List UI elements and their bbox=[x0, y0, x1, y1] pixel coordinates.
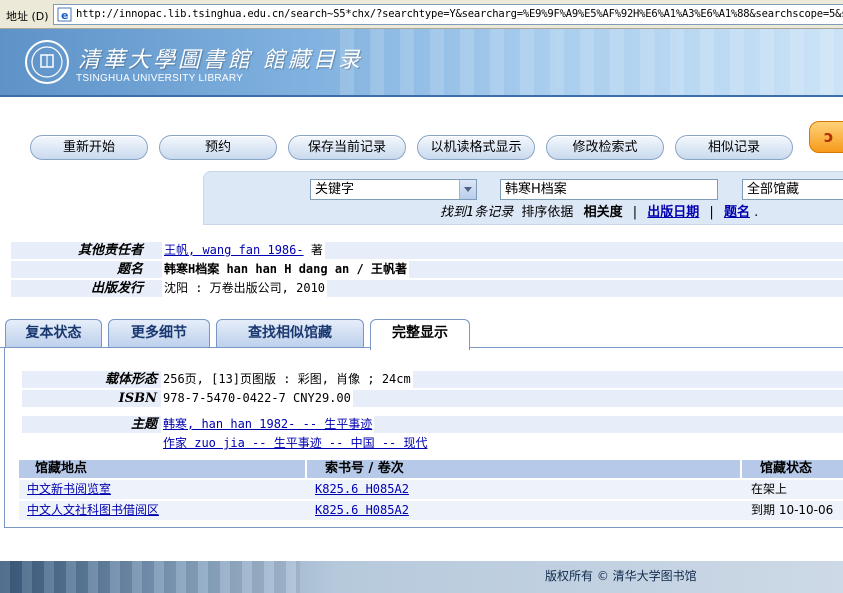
library-title-cn: 清華大學圖書館 館藏目录 bbox=[78, 48, 363, 73]
sort-by-date-link[interactable]: 出版日期 bbox=[647, 205, 699, 220]
holding-location-link[interactable]: 中文新书阅览室 bbox=[27, 480, 111, 499]
table-row bbox=[19, 480, 843, 499]
title-value: 韩寒H档案 han han H dang an / 王帆著 bbox=[162, 261, 409, 278]
chevron-down-icon[interactable] bbox=[459, 180, 476, 199]
results-count: 找到1条记录 bbox=[440, 205, 514, 220]
sort-by-title-link[interactable]: 题名 bbox=[724, 205, 750, 220]
record-row-physical: 载体形态 256页, [13]页图版 : 彩图, 肖像 ; 24cm bbox=[22, 371, 843, 388]
subject-value-2: 作家 zuo jia -- 生平事迹 -- 中国 -- 现代 bbox=[161, 435, 430, 452]
holdings-header-callno: 索书号 / 卷次 bbox=[307, 460, 740, 478]
physical-value: 256页, [13]页图版 : 彩图, 肖像 ; 24cm bbox=[161, 371, 413, 388]
sort-separator: | bbox=[632, 205, 638, 220]
sort-end-dot: . bbox=[754, 205, 759, 220]
marc-display-button[interactable]: 以机读格式显示 bbox=[417, 135, 535, 160]
search-type-select[interactable]: 关键字 bbox=[310, 179, 477, 200]
contributor-link[interactable]: 王帆, wang fan 1986- bbox=[164, 243, 304, 257]
record-row-contributor: 其他责任者 王帆, wang fan 1986- 著 bbox=[11, 242, 843, 259]
footer-decoration bbox=[0, 561, 300, 593]
record-row-subject: 主题 韩寒, han han 1982- -- 生平事迹 bbox=[22, 416, 843, 433]
physical-label: 载体形态 bbox=[104, 372, 157, 387]
tab-full-display[interactable]: 完整显示 bbox=[370, 319, 470, 350]
subject-value: 韩寒, han han 1982- -- 生平事迹 bbox=[161, 416, 375, 433]
svg-text:e: e bbox=[61, 9, 68, 22]
tab-copy-status[interactable]: 复本状态 bbox=[5, 319, 102, 347]
restart-button[interactable]: 重新开始 bbox=[30, 135, 148, 160]
record-row-title: 题名 韩寒H档案 han han H dang an / 王帆著 bbox=[11, 261, 843, 278]
reserve-button[interactable]: 预约 bbox=[159, 135, 277, 160]
record-row-isbn: ISBN 978-7-5470-0422-7 CNY29.00 bbox=[22, 390, 843, 407]
record-row-publication: 出版发行 沈阳 : 万卷出版公司, 2010 bbox=[11, 280, 843, 297]
holdings-header-location: 馆藏地点 bbox=[19, 460, 305, 478]
library-title-en: TSINGHUA UNIVERSITY LIBRARY bbox=[76, 73, 244, 84]
address-input[interactable]: e http://innopac.lib.tsinghua.edu.cn/sea… bbox=[53, 4, 843, 25]
save-record-button[interactable]: 保存当前记录 bbox=[288, 135, 406, 160]
isbn-value: 978-7-5470-0422-7 CNY29.00 bbox=[161, 390, 353, 407]
subject-link[interactable]: 作家 zuo jia -- 生平事迹 -- 中国 -- 现代 bbox=[163, 436, 428, 450]
record-row-subject-2: 作家 zuo jia -- 生平事迹 -- 中国 -- 现代 bbox=[22, 435, 843, 452]
results-sort-line: 找到1条记录 排序依据 相关度 | 出版日期 | 题名 . bbox=[440, 201, 758, 220]
sort-relevance: 相关度 bbox=[583, 205, 623, 220]
banner-decoration bbox=[340, 29, 843, 95]
title-label: 题名 bbox=[116, 262, 143, 277]
address-url: http://innopac.lib.tsinghua.edu.cn/searc… bbox=[76, 8, 843, 20]
address-label: 地址 (D) bbox=[6, 10, 49, 23]
subject-link[interactable]: 韩寒, han han 1982- -- 生平事迹 bbox=[163, 417, 372, 431]
similar-records-button[interactable]: 相似记录 bbox=[675, 135, 793, 160]
orange-action-button[interactable]: ↄ bbox=[809, 121, 843, 153]
search-scope-select[interactable]: 全部馆藏 bbox=[742, 179, 843, 200]
modify-search-button[interactable]: 修改检索式 bbox=[546, 135, 664, 160]
holding-location-link[interactable]: 中文人文社科图书借阅区 bbox=[27, 501, 159, 520]
library-banner: 清華大學圖書館 館藏目录 TSINGHUA UNIVERSITY LIBRARY bbox=[0, 29, 843, 97]
tab-more-details[interactable]: 更多细节 bbox=[108, 319, 210, 347]
contributor-suffix: 著 bbox=[303, 243, 323, 257]
tab-find-similar[interactable]: 查找相似馆藏 bbox=[216, 319, 364, 347]
holding-status: 在架上 bbox=[751, 482, 788, 496]
page-footer: 版权所有 © 清华大学图书馆 bbox=[0, 561, 843, 593]
publication-label: 出版发行 bbox=[90, 281, 143, 296]
copyright-text: 版权所有 © 清华大学图书馆 bbox=[545, 569, 697, 583]
tsinghua-seal-icon bbox=[25, 40, 69, 84]
holding-callno-link[interactable]: K825.6 H085A2 bbox=[315, 480, 409, 499]
holdings-header-status: 馆藏状态 bbox=[742, 460, 843, 478]
subject-label: 主题 bbox=[130, 417, 157, 432]
contributor-label: 其他责任者 bbox=[77, 243, 143, 258]
row-divider bbox=[19, 499, 843, 500]
holding-callno-link[interactable]: K825.6 H085A2 bbox=[315, 501, 409, 520]
ie-page-icon: e bbox=[57, 7, 72, 22]
sort-separator: | bbox=[709, 205, 714, 220]
publication-value: 沈阳 : 万卷出版公司, 2010 bbox=[162, 280, 328, 297]
swirl-icon: ↄ bbox=[824, 127, 834, 146]
search-input[interactable]: 韩寒H档案 bbox=[500, 179, 718, 200]
sort-label: 排序依据 bbox=[521, 205, 574, 220]
isbn-label: ISBN bbox=[118, 391, 157, 406]
contributor-value: 王帆, wang fan 1986- 著 bbox=[162, 242, 325, 259]
holding-status: 到期 10-10-06 bbox=[751, 503, 834, 517]
address-bar: 地址 (D) e http://innopac.lib.tsinghua.edu… bbox=[0, 0, 843, 29]
search-type-value: 关键字 bbox=[315, 182, 355, 197]
